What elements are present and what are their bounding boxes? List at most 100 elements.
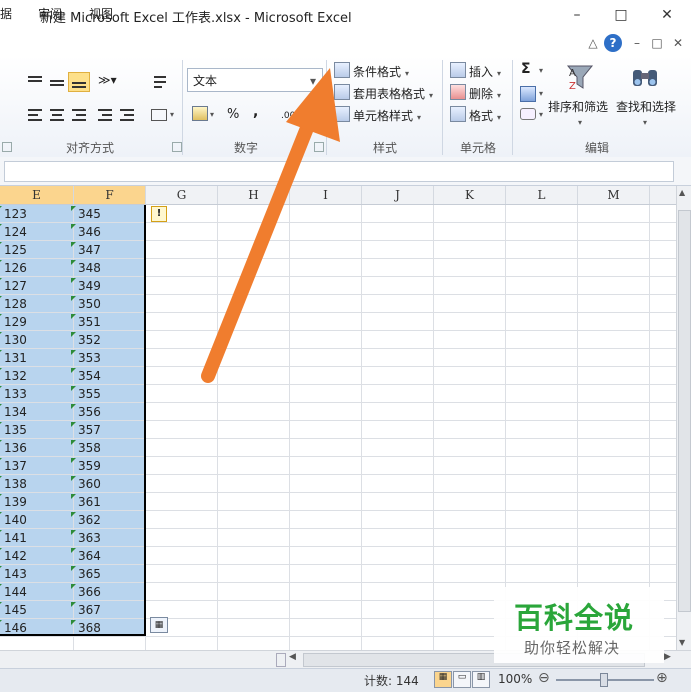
data-cell[interactable]: 358 — [78, 439, 101, 457]
data-cell[interactable]: 366 — [78, 583, 101, 601]
data-cell[interactable]: 347 — [78, 241, 101, 259]
autosum-button[interactable]: Σ — [521, 61, 531, 77]
clear-dropdown-icon[interactable]: ▾ — [539, 110, 543, 119]
menu-review-tab[interactable]: 审阅 — [38, 5, 62, 22]
ribbon-minimize-icon[interactable]: △ — [584, 34, 602, 52]
data-cell[interactable]: 346 — [78, 223, 101, 241]
data-cell[interactable]: 145 — [4, 601, 27, 619]
column-header-m[interactable]: M — [578, 186, 650, 204]
data-cell[interactable]: 350 — [78, 295, 101, 313]
data-cell[interactable]: 142 — [4, 547, 27, 565]
error-warning-icon[interactable]: ! — [151, 206, 167, 222]
data-cell[interactable]: 134 — [4, 403, 27, 421]
data-cell[interactable]: 354 — [78, 367, 101, 385]
data-cell[interactable]: 124 — [4, 223, 27, 241]
sort-filter-label[interactable]: 排序和筛选 — [548, 98, 608, 115]
data-cell[interactable]: 348 — [78, 259, 101, 277]
align-center-icon[interactable] — [46, 105, 68, 125]
data-cell[interactable]: 355 — [78, 385, 101, 403]
fill-icon[interactable] — [520, 86, 536, 102]
data-cell[interactable]: 351 — [78, 313, 101, 331]
data-cell[interactable]: 132 — [4, 367, 27, 385]
align-right-icon[interactable] — [68, 105, 90, 125]
data-cell[interactable]: 137 — [4, 457, 27, 475]
data-cell[interactable]: 136 — [4, 439, 27, 457]
data-cell[interactable]: 363 — [78, 529, 101, 547]
doc-restore-icon[interactable]: □ — [648, 34, 666, 52]
data-cell[interactable]: 365 — [78, 565, 101, 583]
align-middle-icon[interactable] — [46, 72, 68, 92]
vertical-scroll-thumb[interactable] — [678, 210, 691, 612]
zoom-out-icon[interactable]: ⊖ — [538, 670, 550, 686]
data-cell[interactable]: 126 — [4, 259, 27, 277]
increase-indent-icon[interactable] — [116, 105, 138, 125]
menu-view-tab[interactable]: 视图 — [89, 5, 113, 22]
orientation-icon[interactable]: ≫▾ — [98, 73, 117, 87]
data-cell[interactable]: 133 — [4, 385, 27, 403]
zoom-slider-handle[interactable] — [600, 673, 608, 687]
align-left-icon[interactable] — [24, 105, 46, 125]
scroll-left-icon[interactable]: ◀ — [289, 652, 296, 662]
normal-view-icon[interactable]: ▦ — [434, 671, 452, 688]
data-cell[interactable]: 362 — [78, 511, 101, 529]
data-cell[interactable]: 349 — [78, 277, 101, 295]
autosum-dropdown-icon[interactable]: ▾ — [539, 66, 543, 75]
binoculars-icon[interactable] — [630, 62, 660, 92]
data-cell[interactable]: 125 — [4, 241, 27, 259]
data-cell[interactable]: 353 — [78, 349, 101, 367]
merge-center-icon[interactable] — [148, 105, 170, 125]
alignment-launcher-icon[interactable] — [172, 142, 182, 152]
doc-close-icon[interactable]: ✕ — [669, 34, 687, 52]
data-cell[interactable]: 128 — [4, 295, 27, 313]
page-break-view-icon[interactable]: ▥ — [472, 671, 490, 688]
font-launcher-icon[interactable] — [2, 142, 12, 152]
close-button[interactable]: ✕ — [655, 4, 679, 26]
zoom-in-icon[interactable]: ⊕ — [656, 670, 668, 686]
decrease-indent-icon[interactable] — [94, 105, 116, 125]
scroll-up-icon[interactable]: ▲ — [679, 188, 685, 197]
merge-dropdown-icon[interactable]: ▾ — [170, 110, 174, 119]
scroll-right-icon[interactable]: ▶ — [664, 652, 671, 662]
scroll-down-icon[interactable]: ▼ — [679, 638, 685, 647]
data-cell[interactable]: 127 — [4, 277, 27, 295]
data-cell[interactable]: 143 — [4, 565, 27, 583]
data-cell[interactable]: 359 — [78, 457, 101, 475]
doc-minimize-icon[interactable]: – — [628, 34, 646, 52]
data-cell[interactable]: 345 — [78, 205, 101, 223]
clear-icon[interactable] — [520, 108, 536, 120]
data-cell[interactable]: 141 — [4, 529, 27, 547]
column-header-k[interactable]: K — [434, 186, 506, 204]
data-cell[interactable]: 140 — [4, 511, 27, 529]
delete-button[interactable]: 删除 ▾ — [450, 84, 501, 102]
format-button[interactable]: 格式 ▾ — [450, 106, 501, 124]
data-cell[interactable]: 364 — [78, 547, 101, 565]
maximize-button[interactable]: □ — [609, 4, 633, 26]
column-header-e[interactable]: E — [0, 186, 74, 204]
sort-filter-dropdown-icon[interactable]: ▾ — [578, 118, 582, 127]
insert-button[interactable]: 插入 ▾ — [450, 62, 501, 80]
data-cell[interactable]: 123 — [4, 205, 27, 223]
data-cell[interactable]: 361 — [78, 493, 101, 511]
data-cell[interactable]: 131 — [4, 349, 27, 367]
column-header-l[interactable]: L — [506, 186, 578, 204]
sort-filter-icon[interactable]: AZ — [565, 62, 595, 92]
align-top-icon[interactable] — [24, 72, 46, 92]
data-cell[interactable]: 360 — [78, 475, 101, 493]
data-cell[interactable]: 352 — [78, 331, 101, 349]
align-bottom-icon[interactable] — [68, 72, 90, 92]
menu-data-tab[interactable]: 据 — [0, 5, 12, 22]
column-header-j[interactable]: J — [362, 186, 434, 204]
minimize-button[interactable]: – — [565, 4, 589, 26]
help-icon[interactable]: ? — [604, 34, 622, 52]
fill-dropdown-icon[interactable]: ▾ — [539, 89, 543, 98]
data-cell[interactable]: 129 — [4, 313, 27, 331]
page-layout-view-icon[interactable]: ▭ — [453, 671, 471, 688]
data-cell[interactable]: 135 — [4, 421, 27, 439]
find-select-dropdown-icon[interactable]: ▾ — [643, 118, 647, 127]
data-cell[interactable]: 144 — [4, 583, 27, 601]
data-cell[interactable]: 130 — [4, 331, 27, 349]
paste-options-icon[interactable]: ▦ — [150, 617, 168, 633]
zoom-level[interactable]: 100% — [498, 672, 532, 686]
wrap-text-icon[interactable] — [150, 72, 172, 92]
data-cell[interactable]: 139 — [4, 493, 27, 511]
